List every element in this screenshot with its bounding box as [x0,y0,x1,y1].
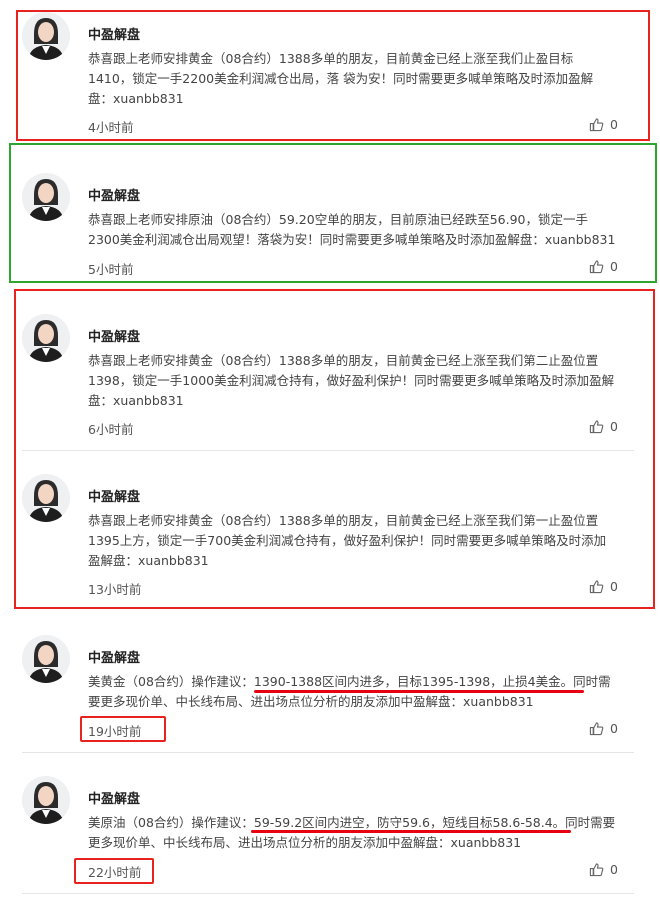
post-text-line: 美黄金（08合约）操作建议：1390-1388区间内进多，目标1395-1398… [88,674,611,689]
author-name[interactable]: 中盈解盘 [88,185,140,204]
like-button[interactable]: 0 [589,117,618,132]
avatar-woman-icon [22,474,70,522]
thumbs-up-icon [589,863,604,877]
post-time: 13小时前 [88,582,142,597]
author-name[interactable]: 中盈解盘 [88,486,140,505]
post-text: 恭喜跟上老师安排黄金（08合约）1388多单的朋友，目前黄金已经上涨至我们第一止… [88,511,633,571]
post-text-line: 恭喜跟上老师安排黄金（08合约）1388多单的朋友，目前黄金已经上涨至我们第二止… [88,353,599,368]
post-text: 美原油（08合约）操作建议：59-59.2区间内进空，防守59.6，短线目标58… [88,813,633,853]
post-text-line: 恭喜跟上老师安排原油（08合约）59.20空单的朋友，目前原油已经跌至56.90… [88,212,588,227]
like-count: 0 [610,117,618,132]
author-name[interactable]: 中盈解盘 [88,647,140,666]
like-button[interactable]: 0 [589,862,618,877]
thumbs-up-icon [589,420,604,434]
post-text-line: 2300美金利润减仓出局观望！落袋为安！同时需要更多喊单策略及时添加盈解盘：xu… [88,232,616,247]
highlight-box-time [74,858,154,884]
like-count: 0 [610,259,618,274]
post-item: 中盈解盘 恭喜跟上老师安排原油（08合约）59.20空单的朋友，目前原油已经跌至… [22,173,634,281]
post-time: 6小时前 [88,422,134,437]
avatar[interactable] [22,474,70,522]
avatar[interactable] [22,173,70,221]
divider [22,752,634,753]
highlight-box-time [80,716,166,742]
avatar-woman-icon [22,12,70,60]
post-text-line: 恭喜跟上老师安排黄金（08合约）1388多单的朋友，目前黄金已经上涨至我们第一止… [88,513,599,528]
author-name[interactable]: 中盈解盘 [88,326,140,345]
post-item: 中盈解盘 恭喜跟上老师安排黄金（08合约）1388多单的朋友，目前黄金已经上涨至… [22,474,634,602]
post-item: 中盈解盘 恭喜跟上老师安排黄金（08合约）1388多单的朋友，目前黄金已经上涨至… [22,314,634,442]
like-count: 0 [610,579,618,594]
avatar-woman-icon [22,776,70,824]
thumbs-up-icon [589,260,604,274]
avatar-woman-icon [22,635,70,683]
post-text-line: 1398，锁定一手1000美金利润减仓持有，做好盈利保护！同时需要更多喊单策略及… [88,373,615,388]
post-text: 恭喜跟上老师安排黄金（08合约）1388多单的朋友，目前黄金已经上涨至我们第二止… [88,351,633,411]
post-text-line: 盘：xuanbb831 [88,393,184,408]
post-text-line: 恭喜跟上老师安排黄金（08合约）1388多单的朋友，目前黄金已经上涨至我们止盈目… [88,51,574,66]
author-name[interactable]: 中盈解盘 [88,24,140,43]
avatar[interactable] [22,635,70,683]
thumbs-up-icon [589,118,604,132]
post-text-line: 1395上方，锁定一手700美金利润减仓持有，做好盈利保护！同时需要更多喊单策略… [88,533,607,548]
post-text: 恭喜跟上老师安排黄金（08合约）1388多单的朋友，目前黄金已经上涨至我们止盈目… [88,49,633,109]
annotation-underline [254,690,584,693]
like-button[interactable]: 0 [589,721,618,736]
post-text: 恭喜跟上老师安排原油（08合约）59.20空单的朋友，目前原油已经跌至56.90… [88,210,633,250]
like-button[interactable]: 0 [589,259,618,274]
like-count: 0 [610,419,618,434]
post-time: 5小时前 [88,262,134,277]
thumbs-up-icon [589,580,604,594]
like-count: 0 [610,721,618,736]
avatar[interactable] [22,776,70,824]
avatar-woman-icon [22,173,70,221]
like-count: 0 [610,862,618,877]
like-button[interactable]: 0 [589,419,618,434]
avatar-woman-icon [22,314,70,362]
post-time: 4小时前 [88,120,134,135]
avatar[interactable] [22,314,70,362]
post-text-line: 1410，锁定一手2200美金利润减仓出局，落 袋为安！同时需要更多喊单策略及时… [88,71,594,86]
like-button[interactable]: 0 [589,579,618,594]
annotation-underline [251,830,571,833]
author-name[interactable]: 中盈解盘 [88,788,140,807]
divider [22,893,634,894]
divider [22,450,634,451]
post-item: 中盈解盘 恭喜跟上老师安排黄金（08合约）1388多单的朋友，目前黄金已经上涨至… [22,12,634,140]
avatar[interactable] [22,12,70,60]
thumbs-up-icon [589,722,604,736]
post-text-line: 盘：xuanbb831 [88,91,184,106]
post-text-line: 要更多现价单、中长线布局、进出场点位分析的朋友添加中盈解盘：xuanbb831 [88,694,534,709]
post-text-line: 盈解盘：xuanbb831 [88,553,209,568]
post-text-line: 更多现价单、中长线布局、进出场点位分析的朋友添加中盈解盘：xuanbb831 [88,835,522,850]
